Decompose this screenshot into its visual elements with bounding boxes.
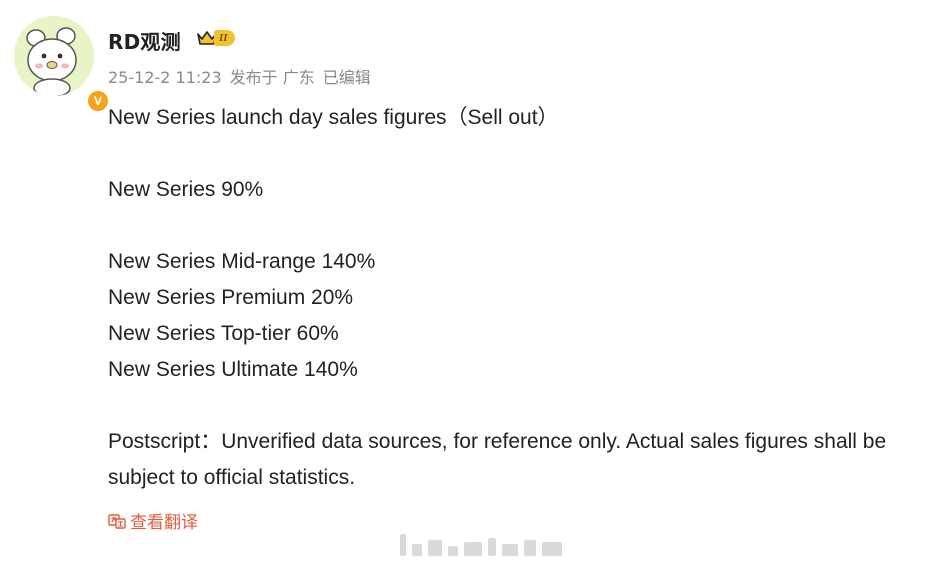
preview-thumb: [400, 534, 406, 556]
preview-thumb: [502, 544, 518, 556]
edited-label[interactable]: 已编辑: [323, 68, 371, 87]
post-meta: 25-12-2 11:23 发布于 广东 已编辑: [108, 64, 379, 88]
verified-badge-icon: V: [86, 89, 110, 113]
preview-thumb: [464, 542, 482, 556]
username[interactable]: RD观测: [108, 26, 181, 55]
avatar[interactable]: V: [14, 16, 110, 113]
post-line: New Series Mid-range 140%: [108, 250, 376, 273]
preview-thumb: [428, 540, 442, 556]
user-level-badge[interactable]: II: [197, 30, 235, 46]
preview-thumb: [448, 546, 458, 556]
translate-icon: [108, 513, 126, 529]
post-location: 发布于 广东: [229, 68, 315, 87]
post-line: New Series Ultimate 140%: [108, 358, 358, 381]
post-line: New Series Top-tier 60%: [108, 322, 339, 345]
translate-button[interactable]: 查看翻译: [108, 508, 198, 533]
post-timestamp[interactable]: 25-12-2 11:23: [108, 68, 222, 87]
post-line: New Series 90%: [108, 178, 264, 201]
translate-label: 查看翻译: [130, 513, 198, 533]
post-line: New Series Premium 20%: [108, 286, 354, 309]
post-line: New Series launch day sales figures（Sell…: [108, 106, 559, 129]
post-postscript: Postscript：Unverified data sources, for …: [108, 430, 887, 489]
avatar-bear-icon: [14, 16, 94, 96]
image-strip-preview[interactable]: [400, 534, 562, 556]
preview-thumb: [488, 538, 496, 556]
level-label: II: [214, 30, 235, 46]
post-body: New Series launch day sales figures（Sell…: [108, 100, 918, 496]
preview-thumb: [524, 540, 536, 556]
preview-thumb: [542, 542, 562, 556]
preview-thumb: [412, 544, 422, 556]
